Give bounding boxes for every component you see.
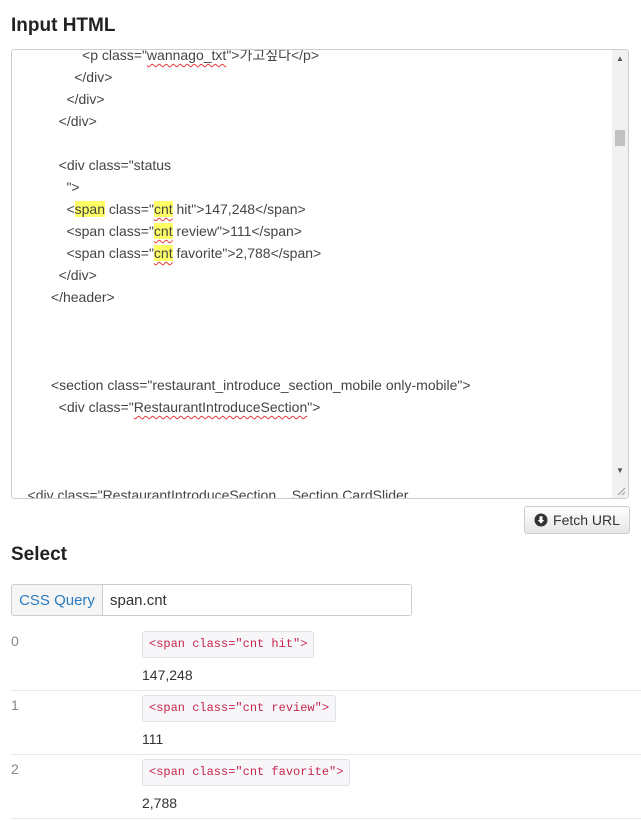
css-query-group: CSS Query <box>11 584 412 616</box>
code-token: __Section <box>276 487 343 499</box>
code-token: <span class=" <box>12 223 154 239</box>
code-content[interactable]: <p class="wannago_txt">가고싶다</p> </div> <… <box>12 49 612 499</box>
result-index: 1 <box>11 697 19 713</box>
code-token: "> <box>12 179 80 195</box>
result-index: 0 <box>11 633 19 649</box>
code-token: < <box>12 201 75 217</box>
code-line: </div> <box>12 264 612 286</box>
scroll-down-icon[interactable]: ▼ <box>612 464 628 478</box>
code-token: cnt <box>153 201 173 217</box>
code-token: "> <box>307 399 321 415</box>
code-line: <p class="wannago_txt">가고싶다</p> <box>12 49 612 66</box>
resize-grip-icon[interactable] <box>616 486 626 496</box>
code-token: class=" <box>105 201 154 217</box>
result-text: 147,248 <box>142 667 193 683</box>
code-token: favorite">2,788</span> <box>172 245 322 261</box>
code-line: </header> <box>12 286 612 308</box>
code-line: <div class="RestaurantIntroduceSection"> <box>12 396 612 418</box>
result-tag-code: <span class="cnt review"> <box>142 695 337 722</box>
select-title: Select <box>11 544 67 565</box>
scrollbar-thumb[interactable] <box>615 130 625 146</box>
result-index: 2 <box>11 761 19 777</box>
code-line: <span class="cnt review">111</span> <box>12 220 612 242</box>
editor-scrollbar[interactable]: ▲ ▼ <box>612 50 628 498</box>
result-row: 0 <span class="cnt hit"> 147,248 <box>11 626 641 691</box>
code-line: <div class="status <box>12 154 612 176</box>
result-tag-code: <span class="cnt favorite"> <box>142 759 351 786</box>
css-query-addon: CSS Query <box>12 585 103 615</box>
scroll-up-icon[interactable]: ▲ <box>612 52 628 66</box>
code-token: span <box>74 201 105 217</box>
css-query-input[interactable] <box>103 585 411 615</box>
result-text: 2,788 <box>142 795 178 811</box>
code-token: <div class=" <box>12 399 134 415</box>
code-token: RestaurantIntroduceSection <box>102 487 277 499</box>
code-token: cnt <box>153 223 173 239</box>
result-tag-code: <span class="cnt hit"> <box>142 631 315 658</box>
code-line: "> <box>12 176 612 198</box>
code-token: <div class=" <box>12 487 103 499</box>
code-token: cnt <box>153 245 173 261</box>
code-line: <section class="restaurant_introduce_sec… <box>12 374 612 396</box>
code-line: <span class="cnt favorite">2,788</span> <box>12 242 612 264</box>
code-line: <span class="cnt hit">147,248</span> <box>12 198 612 220</box>
result-row: 1 <span class="cnt review"> 111 <box>11 690 641 755</box>
code-token: wannago_txt <box>146 49 227 63</box>
code-token: hit">147,248</span> <box>172 201 306 217</box>
code-token: RestaurantIntroduceSection <box>133 399 308 415</box>
fetch-url-button[interactable]: Fetch URL <box>524 506 630 534</box>
code-line: </div> <box>12 88 612 110</box>
result-row: 2 <span class="cnt favorite"> 2,788 <box>11 754 641 819</box>
code-line: </div> <box>12 110 612 132</box>
html-input-textarea[interactable]: <p class="wannago_txt">가고싶다</p> </div> <… <box>11 49 629 499</box>
code-token: </div> <box>12 267 97 283</box>
input-html-title: Input HTML <box>11 15 116 36</box>
code-token: <section class="restaurant_introduce_sec… <box>12 377 471 393</box>
code-token: </div> <box>12 91 105 107</box>
code-token: ">가고싶다</p> <box>226 49 320 63</box>
code-token: </div> <box>12 113 97 129</box>
code-token: <span class=" <box>12 245 154 261</box>
code-token: review">111</span> <box>172 223 302 239</box>
code-token: </div> <box>12 69 113 85</box>
code-token: CardSlider <box>342 487 409 499</box>
download-circle-icon <box>534 513 548 527</box>
fetch-url-label: Fetch URL <box>553 512 620 528</box>
result-text: 111 <box>142 731 164 747</box>
code-token: <p class=" <box>12 49 147 63</box>
code-token: </header> <box>12 289 115 305</box>
code-token: <div class="status <box>12 157 172 173</box>
code-line: </div> <box>12 66 612 88</box>
code-line: <div class="RestaurantIntroduceSection__… <box>12 484 612 499</box>
